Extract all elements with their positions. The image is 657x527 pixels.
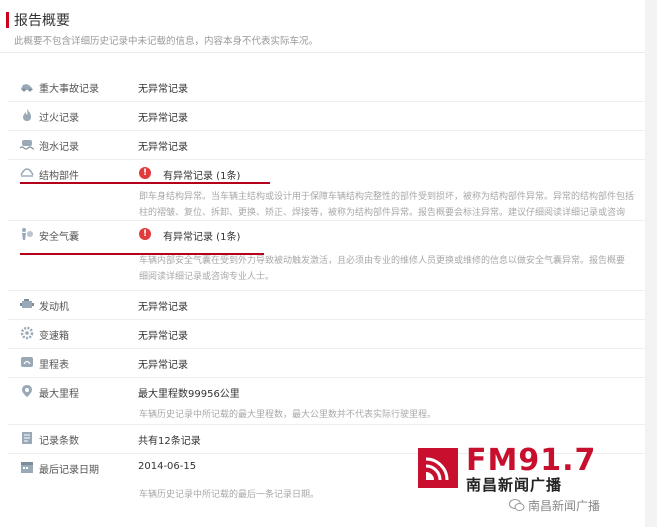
row-value: 无异常记录 <box>138 331 188 342</box>
row-value: 无异常记录 <box>138 360 188 371</box>
row-description-line: 即车身结构异常。当车辆主结构或设计用于保障车辆结构完整性的部件受到损坏，被称为结… <box>139 192 635 202</box>
car-structure-icon <box>20 168 34 177</box>
warning-icon: ! <box>139 167 151 179</box>
row-value: 无异常记录 <box>138 142 188 153</box>
highlight-underline <box>20 253 264 255</box>
warning-icon: ! <box>139 228 151 240</box>
row-label: 记录条数 <box>39 436 79 447</box>
summary-row-gearbox: 变速箱 无异常记录 <box>8 319 645 349</box>
logo-station-name: 南昌新闻广播 <box>466 476 563 494</box>
page-title: 报告概要 <box>14 13 70 29</box>
row-label: 泡水记录 <box>39 142 79 153</box>
row-label: 里程表 <box>39 360 69 371</box>
location-pin-icon <box>22 385 32 397</box>
row-description-line: 柱的褶皱、复位、拆卸、更换、矫正、焊接等，被称为结构部件异常。报告概要会标注异常… <box>139 208 626 218</box>
summary-row-odometer: 里程表 无异常记录 <box>8 348 645 378</box>
highlight-underline <box>20 182 270 184</box>
summary-row-fire: 过火记录 无异常记录 <box>8 101 645 131</box>
row-label: 过火记录 <box>39 113 79 124</box>
radio-logo-icon <box>418 448 458 488</box>
summary-row-engine: 发动机 无异常记录 <box>8 290 645 320</box>
row-description-line: 车辆历史记录中所记载的最后一条记录日期。 <box>139 490 320 500</box>
accident-car-icon <box>21 84 33 92</box>
summary-row-accident: 重大事故记录 无异常记录 <box>8 72 645 102</box>
row-label: 重大事故记录 <box>39 84 99 95</box>
engine-icon <box>20 299 34 308</box>
logo-frequency: FM91.7 <box>466 443 597 478</box>
airbag-icon <box>22 228 33 240</box>
row-description-line: 细阅读详细记录或咨询专业人士。 <box>139 272 275 282</box>
odometer-icon <box>21 357 33 367</box>
row-value: 无异常记录 <box>138 84 188 95</box>
row-label: 最大里程 <box>39 389 79 400</box>
wechat-icon <box>509 499 525 511</box>
row-value: 无异常记录 <box>138 113 188 124</box>
watermark-text: 南昌新闻广播 <box>528 499 601 513</box>
row-label: 结构部件 <box>39 171 79 182</box>
row-description-line: 车辆内部安全气囊在受到外力导致被动触发激活，且必须由专业的维修人员更换或维修的信… <box>139 256 626 266</box>
row-value: 最大里程数99956公里 <box>138 389 240 400</box>
row-value: 无异常记录 <box>138 302 188 313</box>
fire-icon <box>23 109 31 121</box>
summary-row-flood: 泡水记录 无异常记录 <box>8 130 645 160</box>
row-value: 有异常记录 (1条) <box>163 171 241 182</box>
summary-row-airbag: 安全气囊 ! 有异常记录 (1条) 车辆内部安全气囊在受到外力导致被动触发激活，… <box>8 220 645 291</box>
water-icon <box>20 140 34 150</box>
row-value: 2014-06-15 <box>138 461 197 472</box>
summary-row-structure: 结构部件 ! 有异常记录 (1条) 即车身结构异常。当车辆主结构或设计用于保障车… <box>8 159 645 221</box>
calendar-icon <box>21 462 33 473</box>
record-list-icon <box>22 432 32 444</box>
row-description-line: 车辆历史记录中所记载的最大里程数，最大公里数并不代表实际行驶里程。 <box>139 410 437 420</box>
page-subtitle: 此概要不包含详细历史记录中未记载的信息，内容本身不代表实际车况。 <box>14 36 319 47</box>
row-label: 变速箱 <box>39 331 69 342</box>
title-accent-bar <box>6 12 9 28</box>
row-label: 最后记录日期 <box>39 465 99 476</box>
row-label: 安全气囊 <box>39 232 79 243</box>
row-value: 有异常记录 (1条) <box>163 232 241 243</box>
row-value: 共有12条记录 <box>138 436 201 447</box>
row-label: 发动机 <box>39 302 69 313</box>
summary-row-max-mileage: 最大里程 最大里程数99956公里 车辆历史记录中所记载的最大里程数，最大公里数… <box>8 377 645 425</box>
gearbox-icon <box>20 326 34 340</box>
header-divider <box>0 52 645 53</box>
report-summary-page: 报告概要 此概要不包含详细历史记录中未记载的信息，内容本身不代表实际车况。 重大… <box>0 0 645 527</box>
